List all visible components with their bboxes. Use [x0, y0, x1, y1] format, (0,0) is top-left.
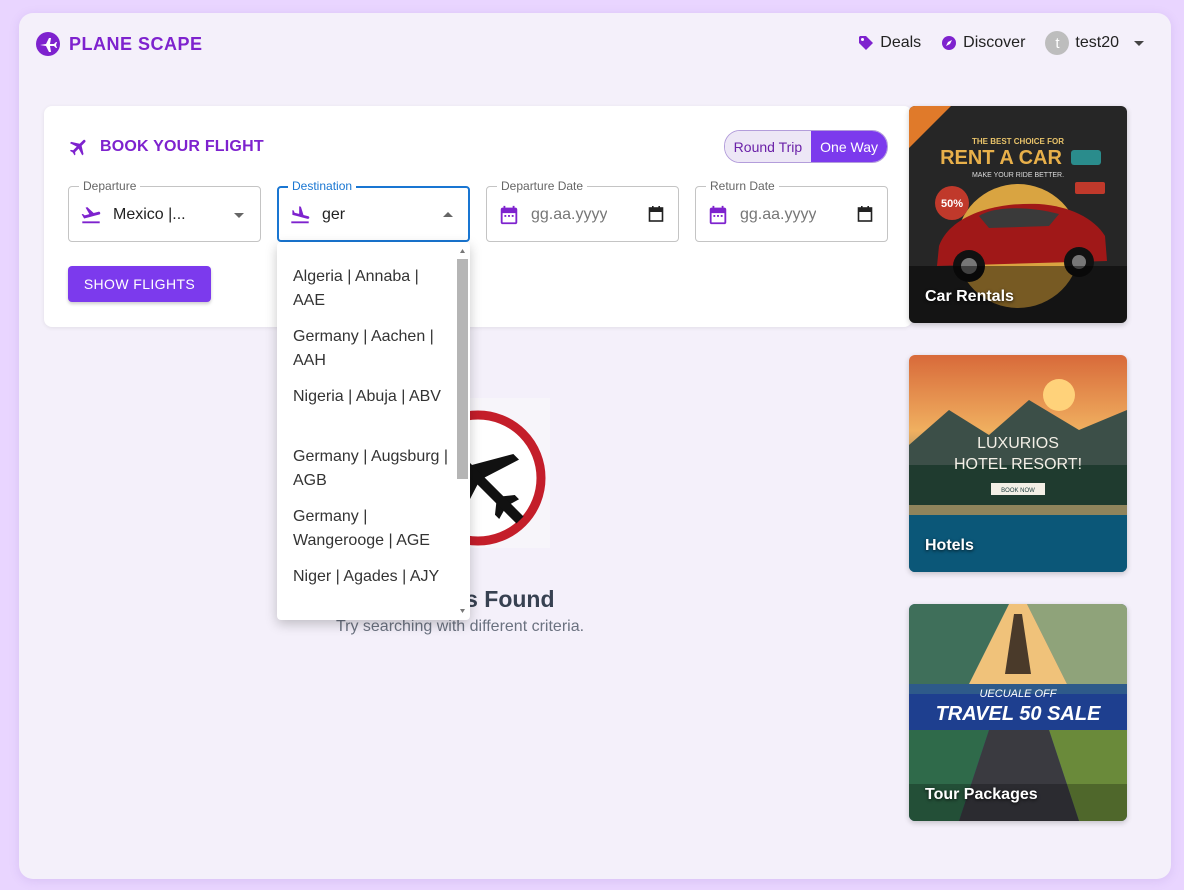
caret-down-icon	[1134, 41, 1144, 46]
calendar-icon	[500, 205, 518, 225]
promo-hotels-label: Hotels	[925, 537, 974, 554]
airplane-circle-icon	[36, 32, 60, 56]
tour-promo-line1: UECUALE OFF	[979, 688, 1057, 700]
destination-label: Destination	[288, 179, 357, 193]
calendar-icon	[709, 205, 727, 225]
brand[interactable]: PLANE SCAPE	[35, 31, 203, 57]
return-date-input[interactable]: gg.aa.yyyy	[740, 206, 816, 224]
trip-one-way[interactable]: One Way	[811, 131, 887, 162]
tour-promo-line2: TRAVEL 50 SALE	[936, 703, 1102, 725]
departure-value: Mexico |...	[113, 206, 186, 223]
nav-discover[interactable]: Discover	[941, 34, 1025, 52]
return-date-field[interactable]: Return Date gg.aa.yyyy	[695, 179, 888, 242]
caret-down-icon[interactable]	[232, 206, 246, 224]
destination-input[interactable]: ger	[322, 206, 345, 224]
hotel-promo-line1: LUXURIOS	[977, 435, 1059, 452]
booking-card: BOOK YOUR FLIGHT Round Trip One Way Depa…	[44, 106, 912, 327]
username: test20	[1075, 34, 1119, 51]
destination-field[interactable]: Destination ger	[277, 179, 470, 242]
dropdown-option[interactable]: Germany | Augsburg | AGB	[277, 431, 470, 491]
nav-deals-label: Deals	[880, 34, 922, 51]
avatar: t	[1045, 31, 1070, 55]
car-promo-tagline: MAKE YOUR RIDE BETTER.	[972, 172, 1064, 179]
booking-title: BOOK YOUR FLIGHT	[68, 136, 264, 158]
user-menu[interactable]: t test20	[1045, 31, 1149, 55]
calendar-picker-icon[interactable]	[648, 205, 664, 223]
destination-dropdown: Algeria | Annaba | AAE Germany | Aachen …	[277, 242, 470, 620]
departure-field[interactable]: Departure Mexico |...	[68, 179, 261, 242]
top-nav: Deals Discover t test20	[858, 31, 1149, 55]
dropdown-option[interactable]: Germany | Wangerooge | AGE	[277, 491, 470, 551]
car-promo-discount: 50%	[941, 198, 963, 210]
caret-up-icon[interactable]	[441, 206, 455, 224]
compass-icon	[942, 36, 957, 50]
flight-takeoff-icon	[81, 207, 101, 224]
airplane-icon	[69, 139, 86, 156]
brand-name: PLANE SCAPE	[69, 33, 203, 54]
nav-deals[interactable]: Deals	[858, 34, 921, 52]
departure-date-input[interactable]: gg.aa.yyyy	[531, 206, 607, 224]
promo-car-rentals-label: Car Rentals	[925, 288, 1014, 305]
dropdown-option[interactable]: Nigeria | Abuja | ABV	[277, 371, 470, 431]
dropdown-option[interactable]: Germany | Aachen | AAH	[277, 311, 470, 371]
calendar-picker-icon[interactable]	[857, 205, 873, 223]
dropdown-option[interactable]: Algeria | Annaba | AAE	[277, 251, 470, 311]
departure-date-field[interactable]: Departure Date gg.aa.yyyy	[486, 179, 679, 242]
trip-round-trip[interactable]: Round Trip	[724, 131, 812, 162]
promo-tour-packages[interactable]: UECUALE OFF TRAVEL 50 SALE Tour Packages	[909, 604, 1127, 821]
flight-land-icon	[291, 206, 310, 224]
promo-tour-packages-label: Tour Packages	[925, 786, 1038, 803]
dropdown-option[interactable]: Niger | Agades | AJY	[277, 551, 470, 611]
hotel-promo-line2: HOTEL RESORT!	[954, 456, 1082, 473]
car-promo-headline: RENT A CAR	[940, 147, 1062, 169]
return-date-label: Return Date	[706, 179, 779, 193]
promo-car-rentals[interactable]: THE BEST CHOICE FOR RENT A CAR MAKE YOUR…	[909, 106, 1127, 323]
trip-type-toggle: Round Trip One Way	[723, 130, 888, 163]
hotel-promo-cta: BOOK NOW	[1001, 488, 1035, 494]
empty-state-subtitle: Try searching with different criteria.	[335, 618, 585, 635]
show-flights-button[interactable]: SHOW FLIGHTS	[68, 266, 211, 302]
booking-title-text: BOOK YOUR FLIGHT	[100, 138, 264, 155]
dropdown-scroll-thumb[interactable]	[457, 259, 468, 479]
nav-discover-label: Discover	[963, 34, 1026, 51]
promo-hotels[interactable]: LUXURIOS HOTEL RESORT! BOOK NOW Hotels	[909, 355, 1127, 572]
departure-date-label: Departure Date	[497, 179, 588, 193]
tag-icon	[859, 36, 874, 50]
car-promo-choice: THE BEST CHOICE FOR	[972, 137, 1064, 146]
departure-label: Departure	[79, 179, 141, 193]
